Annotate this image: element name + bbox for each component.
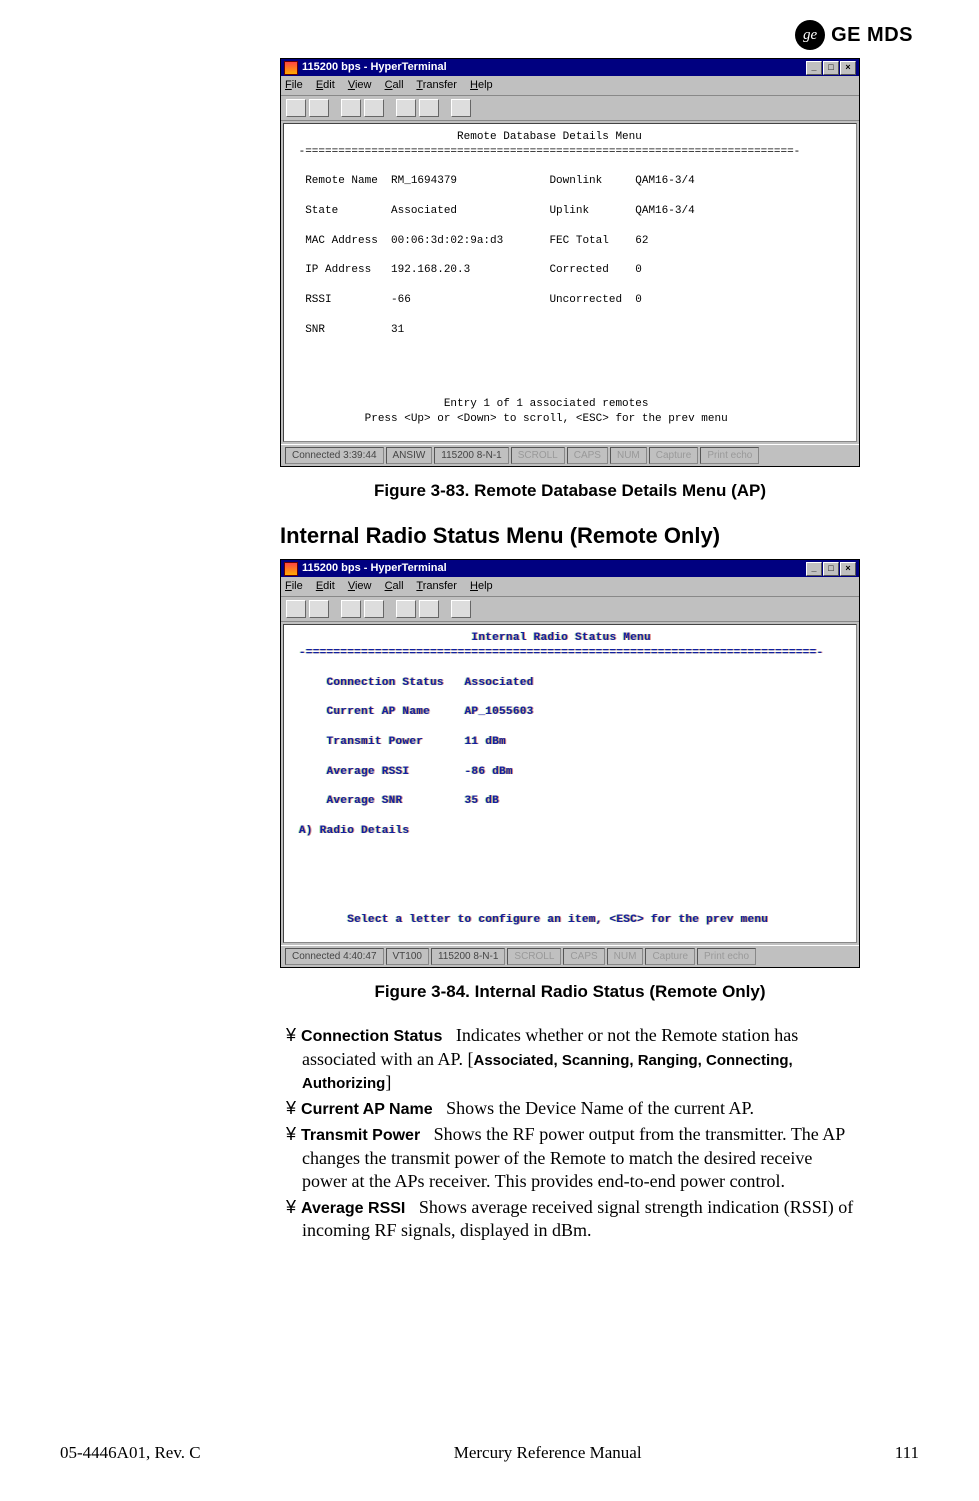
- menu-edit[interactable]: Edit: [316, 580, 335, 592]
- toolbar-btn[interactable]: [309, 99, 329, 117]
- bullet-text-end: ]: [385, 1072, 391, 1092]
- menu-help[interactable]: Help: [470, 79, 493, 91]
- maximize-icon[interactable]: □: [823, 562, 839, 576]
- window-title: 115200 bps - HyperTerminal: [302, 561, 447, 576]
- page-footer: 05-4446A01, Rev. C Mercury Reference Man…: [60, 1443, 919, 1463]
- terminal-body: Internal Radio Status Menu -============…: [283, 624, 857, 943]
- statusbar: Connected 3:39:44 ANSIW 115200 8-N-1 SCR…: [281, 444, 859, 467]
- footer-center: Mercury Reference Manual: [454, 1443, 642, 1463]
- status-num: NUM: [610, 447, 647, 465]
- status-scroll: SCROLL: [507, 948, 561, 966]
- toolbar-btn[interactable]: [364, 600, 384, 618]
- minimize-icon[interactable]: _: [806, 562, 822, 576]
- window-titlebar: 115200 bps - HyperTerminal _□×: [281, 560, 859, 577]
- menu-view[interactable]: View: [348, 79, 372, 91]
- menu-call[interactable]: Call: [385, 79, 404, 91]
- bullet-label: Connection Status: [301, 1028, 442, 1045]
- window-title: 115200 bps - HyperTerminal: [302, 60, 447, 75]
- bullet-label: Average RSSI: [301, 1200, 405, 1217]
- window-titlebar: 115200 bps - HyperTerminal _□×: [281, 59, 859, 76]
- status-emulation: VT100: [386, 948, 429, 966]
- toolbar-btn[interactable]: [364, 99, 384, 117]
- menu-call[interactable]: Call: [385, 580, 404, 592]
- section-heading: Internal Radio Status Menu (Remote Only): [280, 523, 860, 549]
- statusbar: Connected 4:40:47 VT100 115200 8-N-1 SCR…: [281, 945, 859, 968]
- close-icon[interactable]: ×: [840, 61, 856, 75]
- bullet-label: Transmit Power: [301, 1127, 420, 1144]
- status-connected: Connected 3:39:44: [285, 447, 384, 465]
- status-capture: Capture: [645, 948, 695, 966]
- bullet-connection-status: Connection Status Indicates whether or n…: [286, 1024, 860, 1094]
- toolbar-btn[interactable]: [396, 99, 416, 117]
- bullet-transmit-power: Transmit Power Shows the RF power output…: [286, 1123, 860, 1193]
- menu-file[interactable]: File: [285, 580, 303, 592]
- ge-logo-icon: ge: [795, 20, 825, 50]
- figure-83-caption: Figure 3-83. Remote Database Details Men…: [280, 481, 860, 501]
- status-connected: Connected 4:40:47: [285, 948, 384, 966]
- toolbar-btn[interactable]: [286, 600, 306, 618]
- menu-transfer[interactable]: Transfer: [416, 580, 457, 592]
- menu-transfer[interactable]: Transfer: [416, 79, 457, 91]
- brand-name: GE MDS: [831, 24, 913, 47]
- figure-84-caption: Figure 3-84. Internal Radio Status (Remo…: [280, 982, 860, 1002]
- terminal-body: Remote Database Details Menu -==========…: [283, 123, 857, 442]
- menu-help[interactable]: Help: [470, 580, 493, 592]
- app-icon: [284, 61, 298, 75]
- status-printecho: Print echo: [700, 447, 759, 465]
- minimize-icon[interactable]: _: [806, 61, 822, 75]
- footer-right: 111: [895, 1443, 919, 1463]
- toolbar-btn[interactable]: [419, 600, 439, 618]
- toolbar: [281, 96, 859, 121]
- bullet-label: Current AP Name: [301, 1101, 433, 1118]
- menubar: File Edit View Call Transfer Help: [281, 577, 859, 597]
- menu-edit[interactable]: Edit: [316, 79, 335, 91]
- page-header: ge GE MDS: [60, 20, 919, 50]
- status-emulation: ANSIW: [386, 447, 433, 465]
- status-capture: Capture: [649, 447, 699, 465]
- menu-view[interactable]: View: [348, 580, 372, 592]
- menu-file[interactable]: File: [285, 79, 303, 91]
- menubar: File Edit View Call Transfer Help: [281, 76, 859, 96]
- figure-84-terminal: 115200 bps - HyperTerminal _□× File Edit…: [280, 559, 860, 968]
- status-scroll: SCROLL: [511, 447, 565, 465]
- bullet-average-rssi: Average RSSI Shows average received sign…: [286, 1196, 860, 1243]
- toolbar-btn[interactable]: [286, 99, 306, 117]
- footer-left: 05-4446A01, Rev. C: [60, 1443, 201, 1463]
- toolbar-btn[interactable]: [309, 600, 329, 618]
- maximize-icon[interactable]: □: [823, 61, 839, 75]
- status-num: NUM: [607, 948, 644, 966]
- app-icon: [284, 562, 298, 576]
- figure-83-terminal: 115200 bps - HyperTerminal _□× File Edit…: [280, 58, 860, 467]
- window-buttons: _□×: [805, 561, 856, 576]
- bullet-text: Shows the Device Name of the current AP.: [446, 1098, 754, 1118]
- status-caps: CAPS: [567, 447, 608, 465]
- toolbar-btn[interactable]: [451, 600, 471, 618]
- status-caps: CAPS: [563, 948, 604, 966]
- toolbar-btn[interactable]: [341, 99, 361, 117]
- toolbar-btn[interactable]: [419, 99, 439, 117]
- bullet-list: Connection Status Indicates whether or n…: [280, 1024, 860, 1242]
- toolbar-btn[interactable]: [451, 99, 471, 117]
- status-baud: 115200 8-N-1: [434, 447, 508, 465]
- status-printecho: Print echo: [697, 948, 756, 966]
- bullet-current-ap-name: Current AP Name Shows the Device Name of…: [286, 1097, 860, 1120]
- toolbar-btn[interactable]: [396, 600, 416, 618]
- toolbar: [281, 597, 859, 622]
- status-baud: 115200 8-N-1: [431, 948, 505, 966]
- close-icon[interactable]: ×: [840, 562, 856, 576]
- window-buttons: _□×: [805, 60, 856, 75]
- toolbar-btn[interactable]: [341, 600, 361, 618]
